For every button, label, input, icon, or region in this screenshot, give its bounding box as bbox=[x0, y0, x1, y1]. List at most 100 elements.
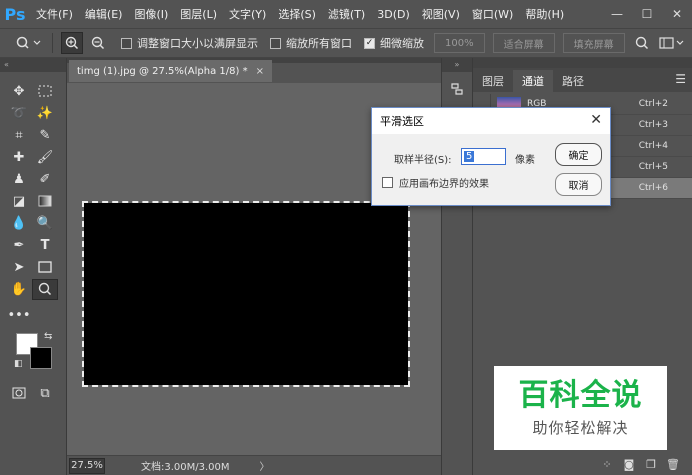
blur-tool-icon[interactable]: 💧 bbox=[6, 213, 32, 234]
menu-layer[interactable]: 图层(L) bbox=[180, 6, 217, 22]
menu-image[interactable]: 图像(I) bbox=[134, 6, 168, 22]
channel-shortcut: Ctrl+2 bbox=[638, 99, 668, 109]
load-selection-icon[interactable]: ⁘ bbox=[596, 455, 618, 473]
rectangle-tool-icon[interactable] bbox=[32, 257, 58, 278]
fit-screen-button[interactable]: 适合屏幕 bbox=[492, 33, 555, 53]
menu-filter[interactable]: 滤镜(T) bbox=[328, 6, 365, 22]
ok-button[interactable]: 确定 bbox=[555, 143, 602, 166]
dialog-title: 平滑选区 bbox=[380, 115, 424, 128]
history-panel-icon[interactable] bbox=[446, 78, 468, 100]
resize-windows-label: 调整窗口大小以满屏显示 bbox=[137, 37, 258, 50]
document-tab-title: timg (1).jpg @ 27.5%(Alpha 1/8) * bbox=[77, 65, 248, 77]
resize-windows-checkbox[interactable]: 调整窗口大小以满屏显示 bbox=[121, 35, 258, 51]
more-tools-icon[interactable]: ••• bbox=[6, 305, 32, 326]
zoom-out-icon[interactable] bbox=[87, 32, 109, 54]
minimize-button[interactable]: — bbox=[602, 0, 632, 28]
workspace-switcher-icon[interactable] bbox=[657, 32, 687, 54]
zoom-all-box[interactable] bbox=[270, 37, 281, 49]
type-tool-icon[interactable]: T bbox=[32, 235, 58, 256]
menu-edit[interactable]: 编辑(E) bbox=[85, 6, 123, 22]
eyedropper-icon[interactable]: ✎ bbox=[32, 125, 58, 146]
separator bbox=[52, 33, 53, 53]
scrubby-zoom-checkbox[interactable]: ✓ 细微缩放 bbox=[364, 35, 424, 51]
window-controls: — ☐ ✕ bbox=[602, 0, 692, 28]
document-tab-close-icon[interactable]: × bbox=[256, 66, 264, 77]
options-bar: 调整窗口大小以满屏显示 缩放所有窗口 ✓ 细微缩放 100% 适合屏幕 填充屏幕 bbox=[0, 28, 692, 58]
dialog-titlebar[interactable]: 平滑选区 ✕ bbox=[372, 108, 610, 134]
sample-radius-value: 5 bbox=[464, 151, 475, 162]
tab-channels[interactable]: 通道 bbox=[513, 70, 553, 92]
healing-brush-icon[interactable]: ✚ bbox=[6, 147, 32, 168]
menu-select[interactable]: 选择(S) bbox=[278, 6, 316, 22]
sample-radius-label: 取样半径(S): bbox=[394, 155, 452, 166]
eraser-tool-icon[interactable]: ◪ bbox=[6, 191, 32, 212]
color-swatches: ⇆ ◧ bbox=[14, 331, 56, 373]
channel-shortcut: Ctrl+6 bbox=[638, 183, 668, 193]
canvas-selection[interactable] bbox=[82, 201, 410, 387]
swap-colors-icon[interactable]: ⇆ bbox=[44, 331, 52, 342]
fill-screen-button[interactable]: 填充屏幕 bbox=[562, 33, 625, 53]
tab-paths[interactable]: 路径 bbox=[553, 70, 593, 92]
zoom-tool-preset-icon[interactable] bbox=[14, 32, 44, 54]
resize-windows-box[interactable] bbox=[121, 37, 132, 49]
watermark: 百科全说 助你轻松解决 bbox=[494, 366, 667, 450]
marquee-tool-icon[interactable] bbox=[32, 81, 58, 102]
menu-file[interactable]: 文件(F) bbox=[36, 6, 73, 22]
clone-stamp-icon[interactable]: ♟ bbox=[6, 169, 32, 190]
sample-radius-unit: 像素 bbox=[515, 155, 535, 166]
scrubby-zoom-label: 细微缩放 bbox=[380, 37, 424, 50]
quick-mask-icon[interactable] bbox=[6, 383, 32, 404]
photoshop-logo: Ps bbox=[4, 4, 26, 24]
history-brush-icon[interactable]: ✐ bbox=[32, 169, 58, 190]
menu-type[interactable]: 文字(Y) bbox=[229, 6, 266, 22]
magic-wand-icon[interactable]: ✨ bbox=[32, 103, 58, 124]
cancel-button[interactable]: 取消 bbox=[555, 173, 602, 196]
zoom-all-checkbox[interactable]: 缩放所有窗口 bbox=[270, 35, 352, 51]
zoom-level-field[interactable]: 27.5% bbox=[69, 457, 105, 474]
restore-button[interactable]: ☐ bbox=[632, 0, 662, 28]
status-bar: 27.5% 文档:3.00M/3.00M 〉 bbox=[67, 455, 441, 475]
sample-radius-input[interactable]: 5 bbox=[461, 148, 506, 165]
hand-tool-icon[interactable]: ✋ bbox=[6, 279, 32, 300]
pen-tool-icon[interactable]: ✒ bbox=[6, 235, 32, 256]
zoom-100-button[interactable]: 100% bbox=[434, 33, 485, 53]
canvas-edge-checkbox[interactable]: 应用画布边界的效果 bbox=[382, 175, 489, 190]
canvas-edge-label: 应用画布边界的效果 bbox=[399, 179, 489, 190]
lasso-tool-icon[interactable]: ➰ bbox=[6, 103, 32, 124]
screen-mode-icon[interactable]: ⧉ bbox=[32, 383, 58, 404]
scrubby-zoom-box[interactable]: ✓ bbox=[364, 37, 375, 49]
watermark-title: 百科全说 bbox=[518, 377, 643, 413]
menu-window[interactable]: 窗口(W) bbox=[472, 6, 513, 22]
default-colors-icon[interactable]: ◧ bbox=[14, 359, 23, 369]
close-window-button[interactable]: ✕ bbox=[662, 0, 692, 28]
canvas-edge-box[interactable] bbox=[382, 177, 393, 188]
toolbox-collapse-handle[interactable]: « bbox=[0, 58, 66, 72]
save-selection-icon[interactable]: ◙ bbox=[618, 455, 640, 473]
dodge-tool-icon[interactable]: 🔍 bbox=[32, 213, 58, 234]
status-menu-arrow-icon[interactable]: 〉 bbox=[260, 458, 270, 473]
delete-channel-icon[interactable]: 🗑 bbox=[662, 455, 684, 473]
path-selection-icon[interactable]: ➤ bbox=[6, 257, 32, 278]
brush-tool-icon[interactable]: 🖌 bbox=[32, 147, 58, 168]
channel-shortcut: Ctrl+3 bbox=[638, 120, 668, 130]
document-size-info: 文档:3.00M/3.00M bbox=[141, 462, 230, 473]
dialog-close-icon[interactable]: ✕ bbox=[590, 112, 602, 128]
gradient-tool-icon[interactable] bbox=[32, 191, 58, 212]
move-tool-icon[interactable]: ✥ bbox=[6, 81, 32, 102]
menu-view[interactable]: 视图(V) bbox=[422, 6, 460, 22]
tab-layers[interactable]: 图层 bbox=[473, 70, 513, 92]
crop-tool-icon[interactable]: ⌗ bbox=[6, 125, 32, 146]
panel-menu-icon[interactable]: ☰ bbox=[675, 72, 686, 86]
zoom-all-label: 缩放所有窗口 bbox=[286, 37, 352, 50]
menu-help[interactable]: 帮助(H) bbox=[525, 6, 564, 22]
document-tab[interactable]: timg (1).jpg @ 27.5%(Alpha 1/8) * × bbox=[69, 60, 272, 82]
panel-collapse-handle[interactable]: » bbox=[442, 58, 472, 72]
background-color-swatch[interactable] bbox=[30, 347, 52, 369]
dialog-body: 取样半径(S): 5 像素 应用画布边界的效果 确定 取消 bbox=[372, 134, 610, 206]
new-channel-icon[interactable]: ❐ bbox=[640, 455, 662, 473]
menu-bar: Ps 文件(F) 编辑(E) 图像(I) 图层(L) 文字(Y) 选择(S) 滤… bbox=[0, 0, 692, 28]
zoom-in-icon[interactable] bbox=[61, 32, 83, 54]
zoom-tool-icon[interactable] bbox=[32, 278, 58, 300]
search-icon[interactable] bbox=[631, 32, 653, 54]
menu-3d[interactable]: 3D(D) bbox=[377, 8, 410, 21]
